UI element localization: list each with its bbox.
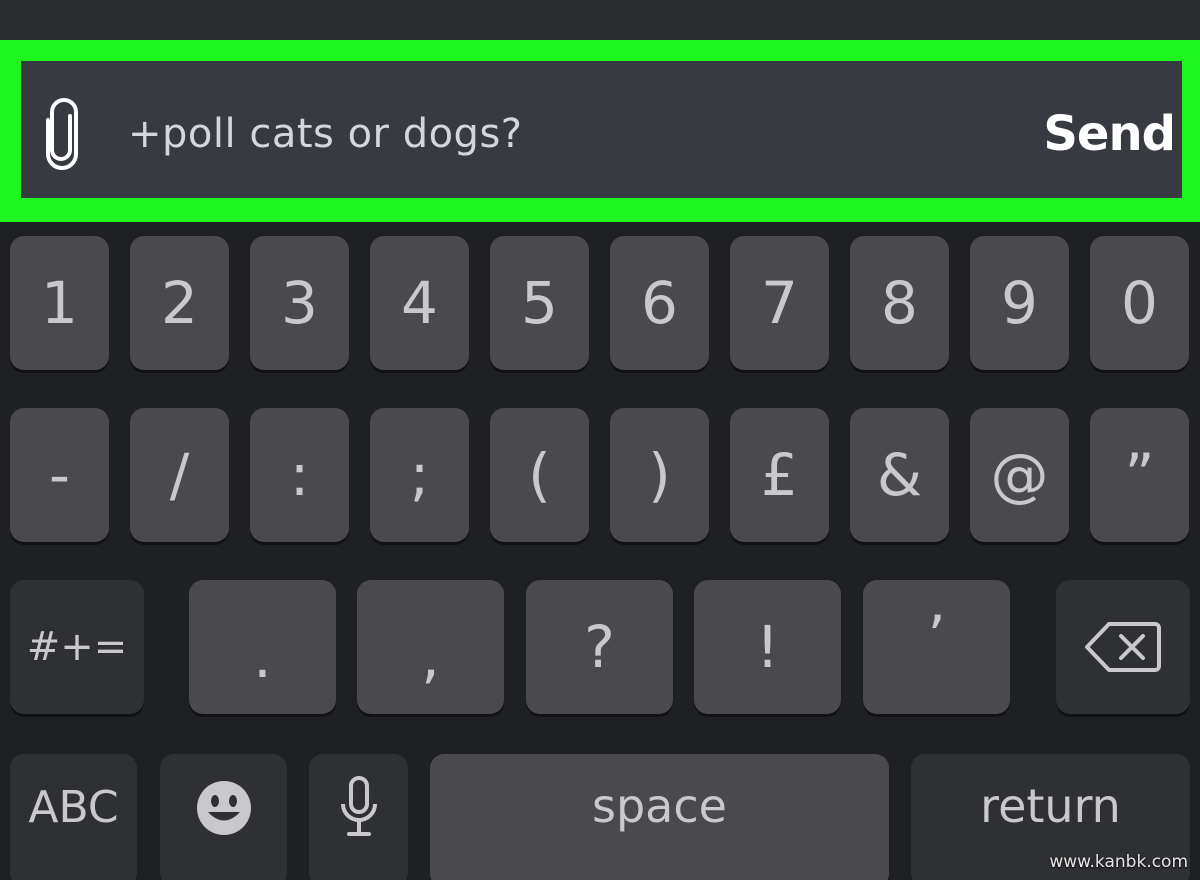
key-3[interactable]: 3 xyxy=(250,236,349,370)
key-question[interactable]: ? xyxy=(526,580,673,714)
microphone-key[interactable] xyxy=(309,754,408,880)
key-ampersand[interactable]: & xyxy=(850,408,949,542)
key-apostrophe[interactable]: ’ xyxy=(863,580,1010,714)
emoji-icon xyxy=(196,781,251,835)
key-8[interactable]: 8 xyxy=(850,236,949,370)
send-button[interactable]: Send xyxy=(1040,104,1176,164)
key-0[interactable]: 0 xyxy=(1090,236,1189,370)
onscreen-keyboard: 1 2 3 4 5 6 7 8 9 0 - / : ; ( ) £ & @ ” … xyxy=(0,222,1200,880)
key-9[interactable]: 9 xyxy=(970,236,1069,370)
watermark: www.kanbk.com xyxy=(1049,852,1188,872)
backspace-icon xyxy=(1085,622,1161,672)
key-period[interactable]: . xyxy=(189,580,336,714)
chat-screen: Send 1 2 3 4 5 6 7 8 9 0 - / : ; ( ) £ &… xyxy=(0,0,1200,880)
key-colon[interactable]: : xyxy=(250,408,349,542)
space-key[interactable]: space xyxy=(430,754,889,880)
key-1[interactable]: 1 xyxy=(10,236,109,370)
key-at[interactable]: @ xyxy=(970,408,1069,542)
microphone-icon xyxy=(340,776,377,836)
key-exclamation[interactable]: ! xyxy=(694,580,841,714)
key-4[interactable]: 4 xyxy=(370,236,469,370)
key-hyphen[interactable]: - xyxy=(10,408,109,542)
abc-key[interactable]: ABC xyxy=(10,754,137,880)
top-bar xyxy=(0,0,1200,40)
key-pound[interactable]: £ xyxy=(730,408,829,542)
key-open-paren[interactable]: ( xyxy=(490,408,589,542)
key-5[interactable]: 5 xyxy=(490,236,589,370)
key-quote[interactable]: ” xyxy=(1090,408,1189,542)
key-comma[interactable]: , xyxy=(357,580,504,714)
paperclip-icon[interactable] xyxy=(40,98,86,172)
key-7[interactable]: 7 xyxy=(730,236,829,370)
backspace-key[interactable] xyxy=(1056,580,1190,714)
symbols-toggle-key[interactable]: #+= xyxy=(10,580,144,714)
key-slash[interactable]: / xyxy=(130,408,229,542)
key-6[interactable]: 6 xyxy=(610,236,709,370)
message-input[interactable] xyxy=(128,108,1008,160)
key-close-paren[interactable]: ) xyxy=(610,408,709,542)
key-semicolon[interactable]: ; xyxy=(370,408,469,542)
emoji-key[interactable] xyxy=(160,754,287,880)
key-2[interactable]: 2 xyxy=(130,236,229,370)
